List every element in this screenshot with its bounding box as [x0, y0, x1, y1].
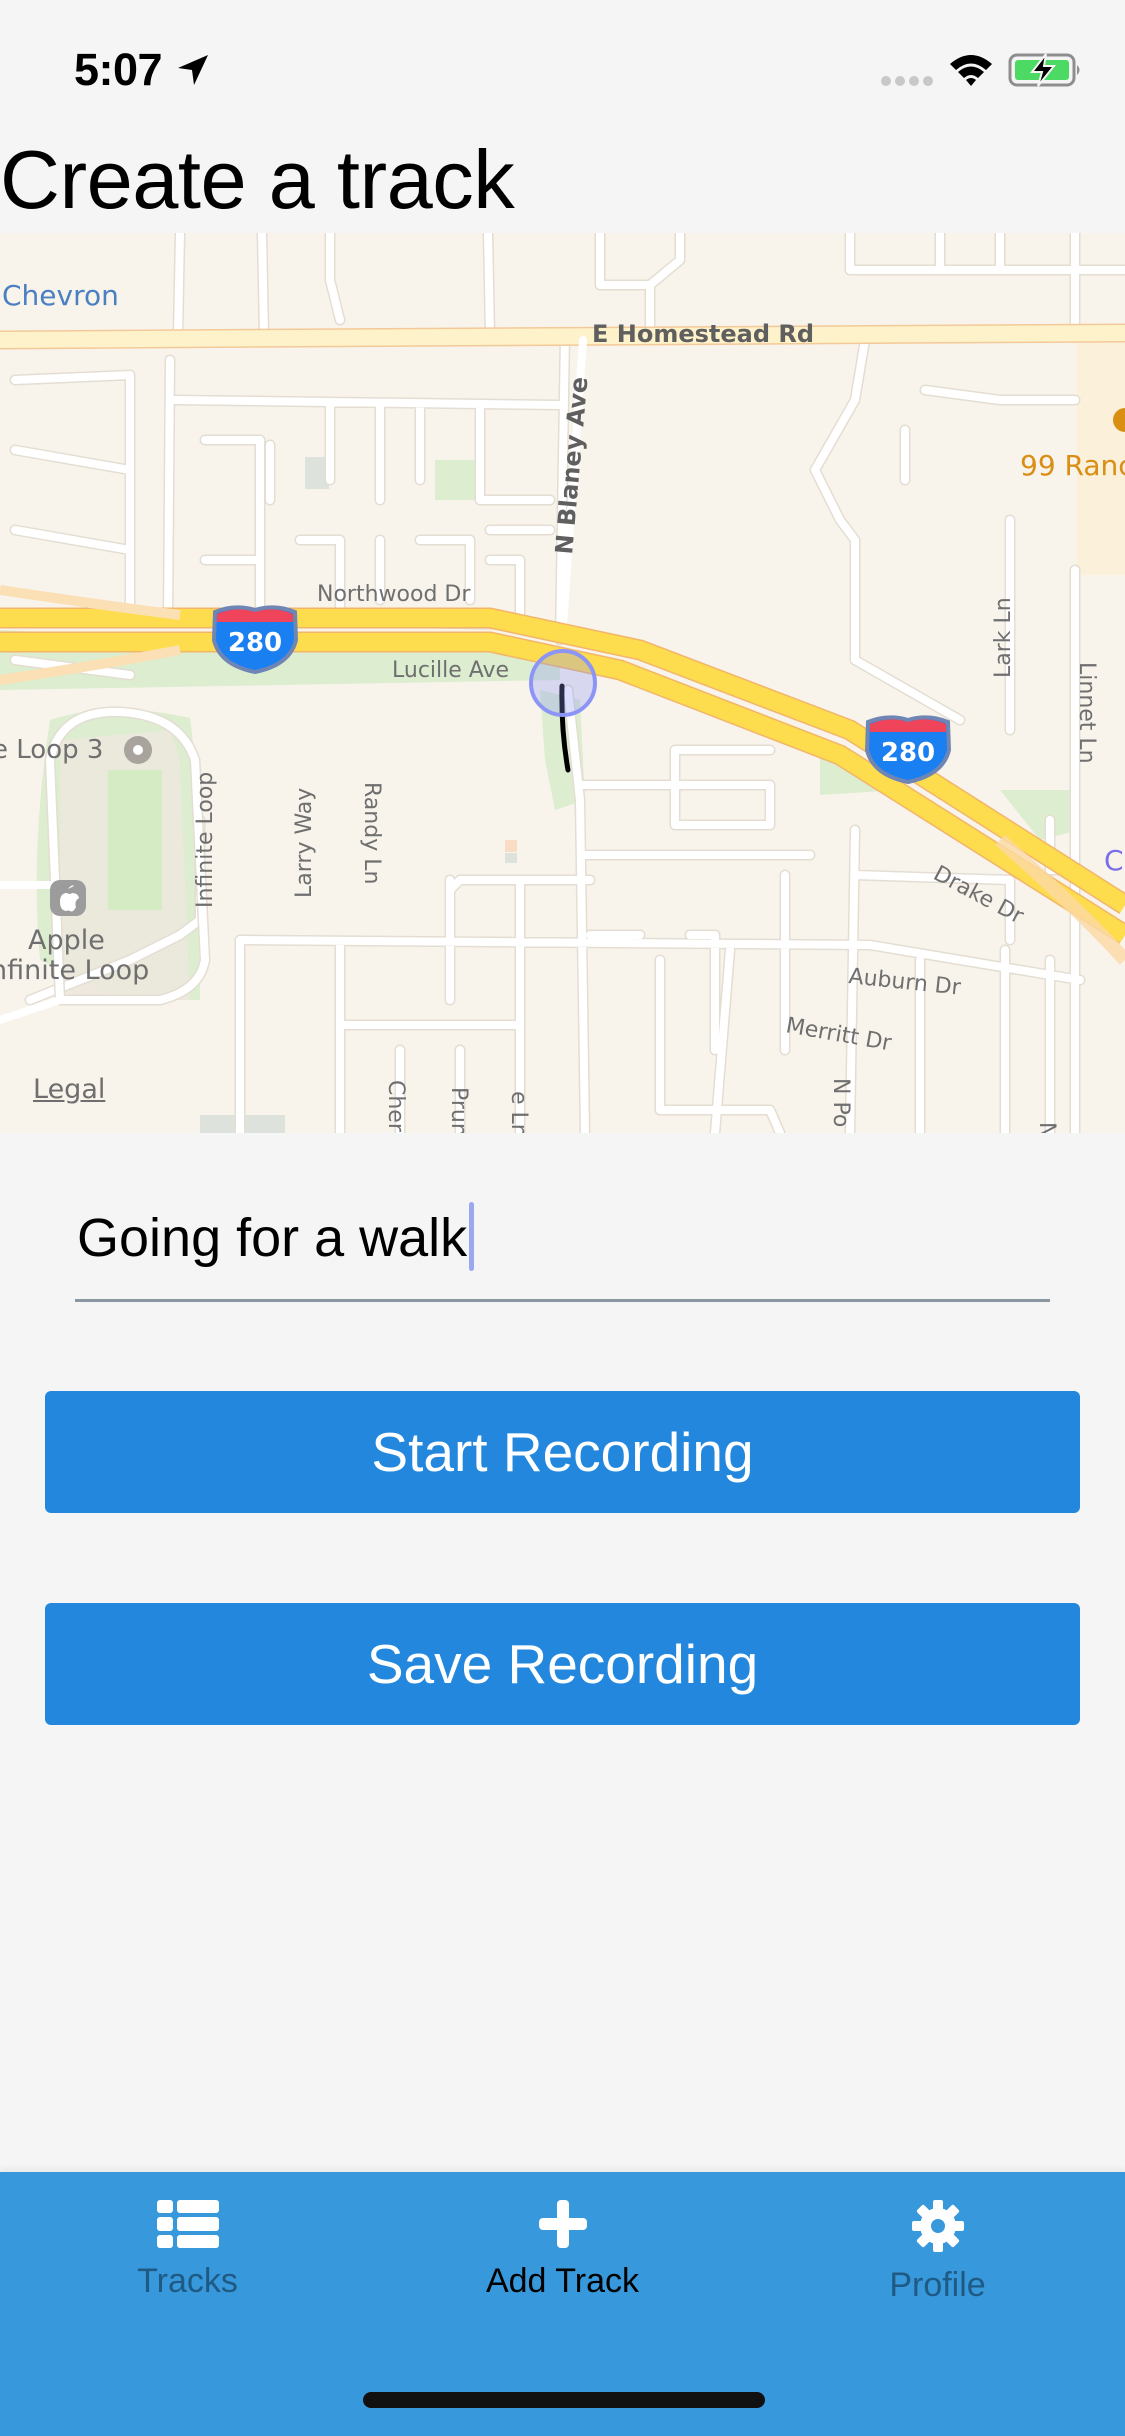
tab-label: Add Track — [485, 2262, 640, 2300]
tab-label: Profile — [889, 2266, 986, 2304]
map-label-ln-partial: e Ln — [506, 1091, 531, 1133]
text-cursor — [469, 1202, 474, 1271]
home-indicator[interactable] — [363, 2392, 765, 2408]
map-label-chevron[interactable]: Chevron — [2, 279, 119, 312]
shield-number: 280 — [881, 738, 935, 768]
map-label-cher: Cher — [383, 1080, 408, 1133]
map-courtyard-apple — [108, 770, 162, 910]
map-canvas[interactable]: 280 280 Chevron E Homestead Rd N Blaney … — [0, 233, 1125, 1133]
map-label-linnet: Linnet Ln — [1074, 662, 1099, 764]
map-label-auburn-dr: Auburn Dr — [847, 964, 962, 1001]
start-recording-label: Start Recording — [371, 1421, 754, 1483]
map-label-infinite-loop-street: Infinite Loop — [193, 772, 218, 908]
interstate-shield-280-west: 280 — [211, 605, 299, 675]
map-label-prun: Prun — [446, 1087, 471, 1133]
map-label-n-po: N Po — [828, 1078, 853, 1127]
map-label-homestead: E Homestead Rd — [592, 320, 814, 348]
start-recording-button[interactable]: Start Recording — [45, 1391, 1080, 1513]
map-label-99-ranch[interactable]: 99 Ranc — [1020, 449, 1125, 482]
map-label-lark: Lark Ln — [991, 597, 1016, 678]
gear-icon — [911, 2200, 964, 2252]
interstate-shield-280-east: 280 — [864, 715, 952, 785]
map-legal-link[interactable]: Legal — [33, 1074, 105, 1105]
map-view[interactable]: 280 280 Chevron E Homestead Rd N Blaney … — [0, 233, 1125, 1133]
map-label-apple[interactable]: Apple — [28, 925, 105, 956]
map-label-c-partial[interactable]: C — [1104, 844, 1124, 877]
map-label-larry-way: Larry Way — [292, 788, 317, 898]
map-label-infinite-loop-3[interactable]: e Loop 3 — [0, 735, 103, 765]
battery-charging-icon — [1008, 53, 1080, 87]
user-location-dot-icon[interactable] — [529, 649, 597, 717]
tab-label: Tracks — [137, 2262, 238, 2300]
save-recording-button[interactable]: Save Recording — [45, 1603, 1080, 1725]
track-name-input[interactable]: Going for a walk — [75, 1195, 1050, 1302]
map-label-n-partial: N — [1034, 1122, 1059, 1133]
map-label-northwood: Northwood Dr — [317, 582, 471, 607]
map-building-grey — [505, 853, 517, 863]
map-building-orange — [505, 840, 517, 852]
status-time: 5:07 — [74, 44, 163, 95]
list-icon — [156, 2200, 219, 2248]
save-recording-label: Save Recording — [366, 1633, 759, 1695]
tab-tracks[interactable]: Tracks — [0, 2172, 375, 2322]
map-label-randy-ln: Randy Ln — [359, 782, 384, 884]
track-name-value[interactable]: Going for a walk — [77, 1207, 467, 1269]
cellular-signal-dots-icon — [881, 76, 933, 86]
page-title: Create a track — [0, 133, 515, 226]
tab-add-track[interactable]: Add Track — [375, 2172, 750, 2322]
map-park-small — [435, 460, 475, 500]
location-arrow-icon — [178, 55, 208, 85]
plus-icon — [538, 2200, 587, 2248]
wifi-icon — [950, 55, 992, 86]
map-label-merritt-dr: Merritt Dr — [784, 1013, 894, 1056]
map-label-lucille: Lucille Ave — [392, 658, 509, 683]
map-label-apple-infinite-loop[interactable]: nfinite Loop — [0, 955, 149, 986]
tab-profile[interactable]: Profile — [750, 2172, 1125, 2322]
shield-number: 280 — [228, 628, 282, 658]
